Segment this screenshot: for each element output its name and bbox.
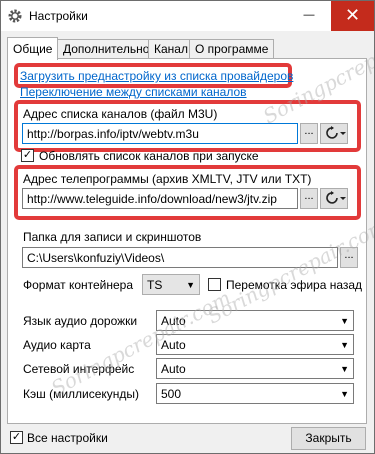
cache-value: 500 bbox=[161, 387, 182, 401]
update-on-start-label: Обновлять список каналов при запуске bbox=[39, 149, 259, 163]
network-interface-value: Auto bbox=[161, 362, 186, 376]
refresh-icon bbox=[326, 191, 346, 204]
playlist-browse-button[interactable]: ... bbox=[300, 123, 318, 144]
tab-label: Общие bbox=[13, 42, 53, 56]
tab-label: Дополнительно bbox=[63, 42, 150, 56]
all-settings-label: Все настройки bbox=[27, 431, 108, 445]
playlist-url-input[interactable]: http://borpas.info/iptv/webtv.m3u bbox=[22, 123, 298, 144]
close-button[interactable]: Закрыть bbox=[291, 427, 366, 450]
record-folder-label: Папка для записи и скриншотов bbox=[23, 230, 202, 244]
playlist-label: Адрес списка каналов (файл M3U) bbox=[23, 107, 218, 121]
close-window-button[interactable]: ✕ bbox=[331, 1, 374, 31]
all-settings-checkbox[interactable]: ✓ bbox=[10, 431, 23, 444]
cache-select[interactable]: 500 ▼ bbox=[156, 383, 354, 404]
preset-link[interactable]: Загрузить преднастройку из списка провай… bbox=[20, 69, 293, 83]
chevron-down-icon: ▼ bbox=[340, 389, 349, 399]
playlist-refresh-button[interactable] bbox=[320, 123, 348, 144]
epg-browse-button[interactable]: ... bbox=[300, 188, 318, 209]
chevron-down-icon: ▼ bbox=[340, 316, 349, 326]
container-format-select[interactable]: TS ▼ bbox=[142, 274, 200, 295]
epg-label: Адрес телепрограммы (архив XMLTV, JTV ил… bbox=[23, 172, 312, 186]
gear-icon bbox=[8, 9, 22, 23]
chevron-down-icon: ▼ bbox=[340, 364, 349, 374]
tab-label: Канал bbox=[154, 42, 188, 56]
minimize-button[interactable]: — bbox=[287, 1, 331, 31]
tab-channel[interactable]: Канал bbox=[148, 39, 194, 59]
close-icon: ✕ bbox=[344, 5, 361, 25]
cache-label: Кэш (миллисекунды) bbox=[23, 387, 140, 401]
chevron-down-icon: ▼ bbox=[186, 280, 195, 290]
chevron-down-icon: ▼ bbox=[340, 340, 349, 350]
container-format-label: Формат контейнера bbox=[23, 278, 134, 292]
window-title: Настройки bbox=[29, 9, 88, 23]
epg-url-input[interactable]: http://www.teleguide.info/download/new3/… bbox=[22, 188, 298, 209]
refresh-icon bbox=[326, 126, 346, 139]
audio-track-label: Язык аудио дорожки bbox=[23, 314, 138, 328]
tab-advanced[interactable]: Дополнительно bbox=[57, 39, 156, 59]
update-on-start-checkbox[interactable]: ✓ bbox=[21, 149, 34, 162]
title-bar: Настройки — ✕ bbox=[1, 1, 374, 31]
settings-window: Настройки — ✕ Общие Дополнительно Канал … bbox=[0, 0, 375, 454]
switch-lists-link[interactable]: Переключение между списками каналов bbox=[20, 85, 247, 99]
general-panel: Загрузить преднастройку из списка провай… bbox=[7, 58, 367, 424]
network-interface-select[interactable]: Auto ▼ bbox=[156, 358, 354, 379]
tab-label: О программе bbox=[195, 42, 269, 56]
epg-refresh-button[interactable] bbox=[320, 188, 348, 209]
tab-general[interactable]: Общие bbox=[7, 37, 59, 60]
audio-card-select[interactable]: Auto ▼ bbox=[156, 334, 354, 355]
tab-about[interactable]: О программе bbox=[189, 39, 275, 59]
container-format-value: TS bbox=[147, 278, 163, 292]
audio-card-label: Аудио карта bbox=[23, 338, 91, 352]
minimize-icon: — bbox=[303, 9, 315, 21]
